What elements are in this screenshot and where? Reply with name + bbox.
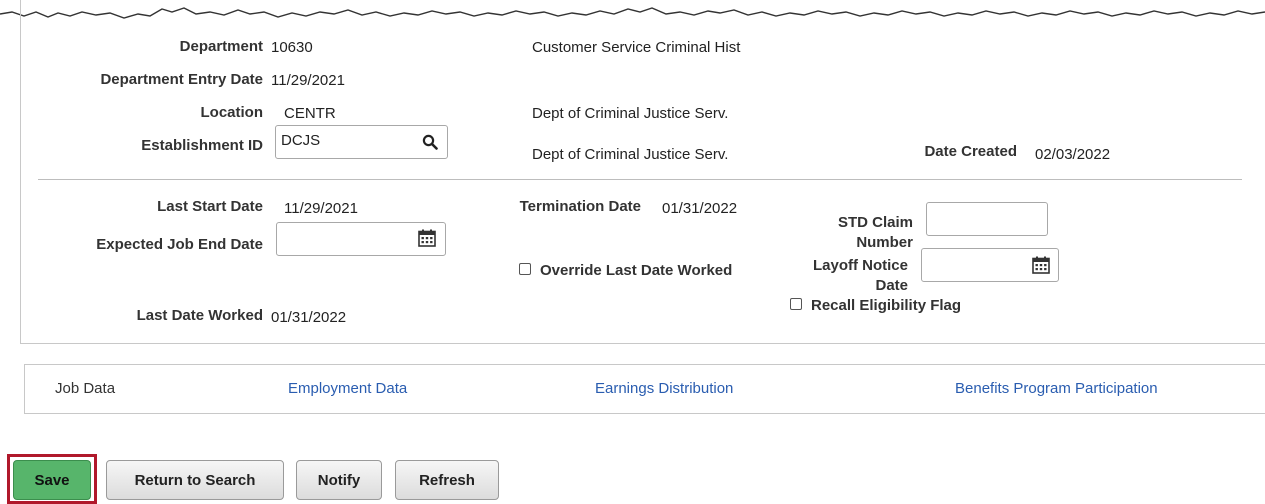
- std-claim-number-label-line1: STD Claim: [837, 214, 913, 231]
- std-claim-number-field[interactable]: [926, 202, 1048, 236]
- calendar-icon[interactable]: [418, 229, 436, 247]
- department-code: 10630: [271, 39, 313, 56]
- calendar-icon[interactable]: [1032, 256, 1050, 274]
- termination-date-value: 01/31/2022: [662, 200, 738, 217]
- last-date-worked-label: Last Date Worked: [136, 307, 263, 324]
- location-description: Dept of Criminal Justice Serv.: [532, 105, 729, 122]
- last-start-date-value: 11/29/2021: [284, 200, 358, 217]
- return-to-search-button[interactable]: Return to Search: [106, 460, 284, 500]
- layoff-notice-date-label-line1: Layoff Notice: [812, 257, 908, 274]
- expected-job-end-date-label: Expected Job End Date: [96, 236, 263, 253]
- last-date-worked-value: 01/31/2022: [271, 309, 347, 326]
- termination-date-label: Termination Date: [519, 198, 641, 215]
- location-label: Location: [200, 104, 264, 121]
- layoff-notice-date-label-line2: Date: [875, 277, 908, 294]
- establishment-id-value: DCJS: [281, 132, 321, 149]
- recall-eligibility-flag-checkbox[interactable]: [790, 298, 802, 310]
- recall-eligibility-flag-label: Recall Eligibility Flag: [811, 297, 962, 314]
- std-claim-number-label-line2: Number: [856, 234, 913, 251]
- section-divider: [38, 179, 1242, 180]
- nav-earnings-distribution-link[interactable]: Earnings Distribution: [595, 380, 733, 397]
- expected-job-end-date-field[interactable]: [276, 222, 446, 256]
- establishment-id-label: Establishment ID: [141, 137, 263, 154]
- department-entry-date-value: 11/29/2021: [271, 72, 345, 89]
- refresh-button[interactable]: Refresh: [395, 460, 499, 500]
- establishment-description: Dept of Criminal Justice Serv.: [532, 146, 729, 163]
- date-created-label: Date Created: [924, 143, 1017, 160]
- search-icon[interactable]: [422, 134, 438, 150]
- department-entry-date-label: Department Entry Date: [100, 71, 263, 88]
- layoff-notice-date-field[interactable]: [921, 248, 1059, 282]
- date-created-value: 02/03/2022: [1035, 146, 1111, 163]
- override-last-date-worked-label: Override Last Date Worked: [540, 262, 733, 279]
- last-start-date-label: Last Start Date: [157, 198, 263, 215]
- nav-benefits-program-participation-link[interactable]: Benefits Program Participation: [955, 380, 1158, 397]
- override-last-date-worked-checkbox[interactable]: [519, 263, 531, 275]
- department-label: Department: [179, 38, 263, 55]
- nav-employment-data-link[interactable]: Employment Data: [288, 380, 407, 397]
- save-button[interactable]: Save: [13, 460, 91, 500]
- establishment-id-field[interactable]: DCJS: [275, 125, 448, 159]
- notify-button[interactable]: Notify: [296, 460, 382, 500]
- nav-job-data: Job Data: [55, 380, 116, 397]
- location-code: CENTR: [284, 105, 336, 122]
- department-description: Customer Service Criminal Hist: [532, 39, 741, 56]
